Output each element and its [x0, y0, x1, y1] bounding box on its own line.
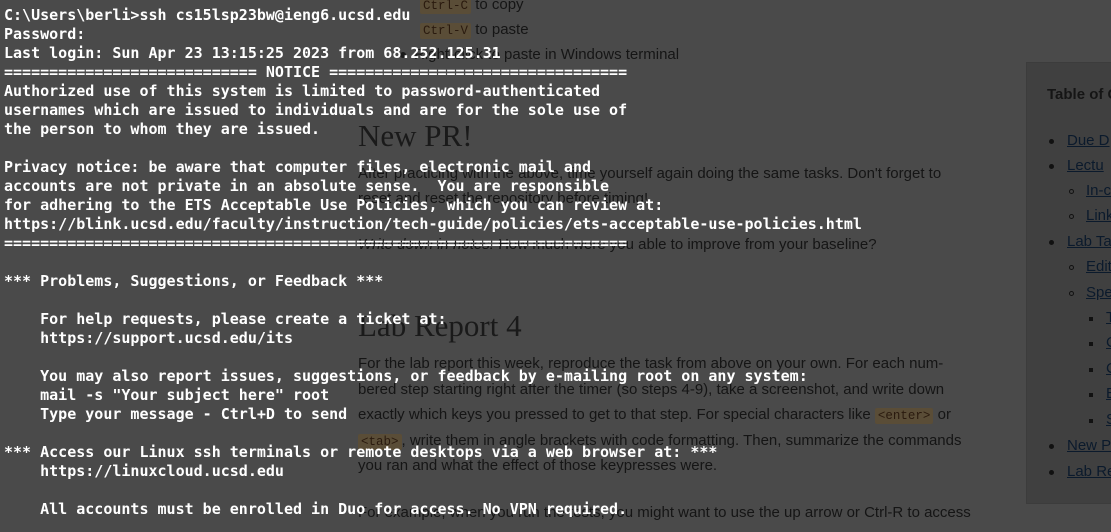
- toc-item-lecture[interactable]: Lectu: [1067, 157, 1104, 174]
- toc-subitem-2[interactable]: C: [1106, 334, 1111, 351]
- bullet-icon: [1089, 368, 1093, 372]
- terminal-line: https://blink.ucsd.edu/faculty/instructi…: [4, 215, 862, 233]
- bullet-icon: [1089, 317, 1093, 321]
- toc-item-new-pr[interactable]: New P: [1067, 437, 1111, 454]
- table-of-contents: Table of C Due D Lectu In-c Link Lab Ta …: [1026, 62, 1111, 504]
- terminal-line: *** Problems, Suggestions, or Feedback *…: [4, 272, 384, 290]
- toc-item-lab-tasks[interactable]: Lab Ta: [1067, 233, 1111, 250]
- toc-subitem-1[interactable]: T: [1106, 309, 1111, 326]
- bullet-icon: [1049, 164, 1054, 169]
- toc-item-lab-report[interactable]: Lab Re: [1067, 463, 1111, 480]
- terminal-line: Last login: Sun Apr 23 13:15:25 2023 fro…: [4, 44, 501, 62]
- terminal-line: Type your message - Ctrl+D to send: [4, 405, 348, 423]
- toc-subitem-5[interactable]: S: [1106, 411, 1111, 428]
- terminal-line: C:\Users\berli>ssh cs15lsp23bw@ieng6.ucs…: [4, 6, 411, 24]
- toc-item-edit[interactable]: Edit: [1086, 258, 1111, 275]
- terminal-output[interactable]: C:\Users\berli>ssh cs15lsp23bw@ieng6.ucs…: [4, 6, 862, 519]
- enter-key-code: <enter>: [874, 408, 934, 424]
- bullet-icon: [1089, 419, 1093, 423]
- terminal-line: mail -s "Your subject here" root: [4, 386, 330, 404]
- terminal-line: the person to whom they are issued.: [4, 120, 321, 138]
- terminal-line: *** Access our Linux ssh terminals or re…: [4, 443, 718, 461]
- terminal-line: usernames which are issued to individual…: [4, 101, 628, 119]
- bullet-icon: [1049, 139, 1054, 144]
- terminal-line: Authorized use of this system is limited…: [4, 82, 601, 100]
- bullet-icon: [1069, 265, 1074, 270]
- terminal-line: ============================ NOTICE ====…: [4, 63, 628, 81]
- terminal-line: You may also report issues, suggestions,…: [4, 367, 808, 385]
- terminal-line: For help requests, please create a ticke…: [4, 310, 447, 328]
- bullet-icon: [1069, 291, 1074, 296]
- screen: Ctrl-C to copy Ctrl-V to paste Right-cli…: [0, 0, 1111, 532]
- bullet-icon: [1089, 342, 1093, 346]
- toc-subitem-3[interactable]: C: [1106, 360, 1111, 377]
- terminal-line: https://linuxcloud.ucsd.edu: [4, 462, 284, 480]
- toc-item-due-dates[interactable]: Due D: [1067, 132, 1110, 149]
- toc-item-spe[interactable]: Spe: [1086, 284, 1111, 301]
- terminal-line: https://support.ucsd.edu/its: [4, 329, 293, 347]
- bullet-icon: [1049, 470, 1054, 475]
- bullet-icon: [1049, 444, 1054, 449]
- terminal-line: Password:: [4, 25, 86, 43]
- toc-subitem-4[interactable]: E: [1106, 385, 1111, 402]
- bullet-icon: [1069, 189, 1074, 194]
- terminal-line: All accounts must be enrolled in Duo for…: [4, 500, 628, 518]
- toc-title: Table of C: [1047, 86, 1111, 103]
- toc-item-links[interactable]: Link: [1086, 207, 1111, 224]
- bullet-icon: [1049, 240, 1054, 245]
- toc-item-in-class[interactable]: In-c: [1086, 182, 1111, 199]
- terminal-line: accounts are not private in an absolute …: [4, 177, 610, 195]
- bullet-icon: [1089, 393, 1093, 397]
- bullet-icon: [1069, 214, 1074, 219]
- terminal-line: ========================================…: [4, 234, 628, 252]
- terminal-line: Privacy notice: be aware that computer f…: [4, 158, 591, 176]
- terminal-line: for adhering to the ETS Acceptable Use P…: [4, 196, 664, 214]
